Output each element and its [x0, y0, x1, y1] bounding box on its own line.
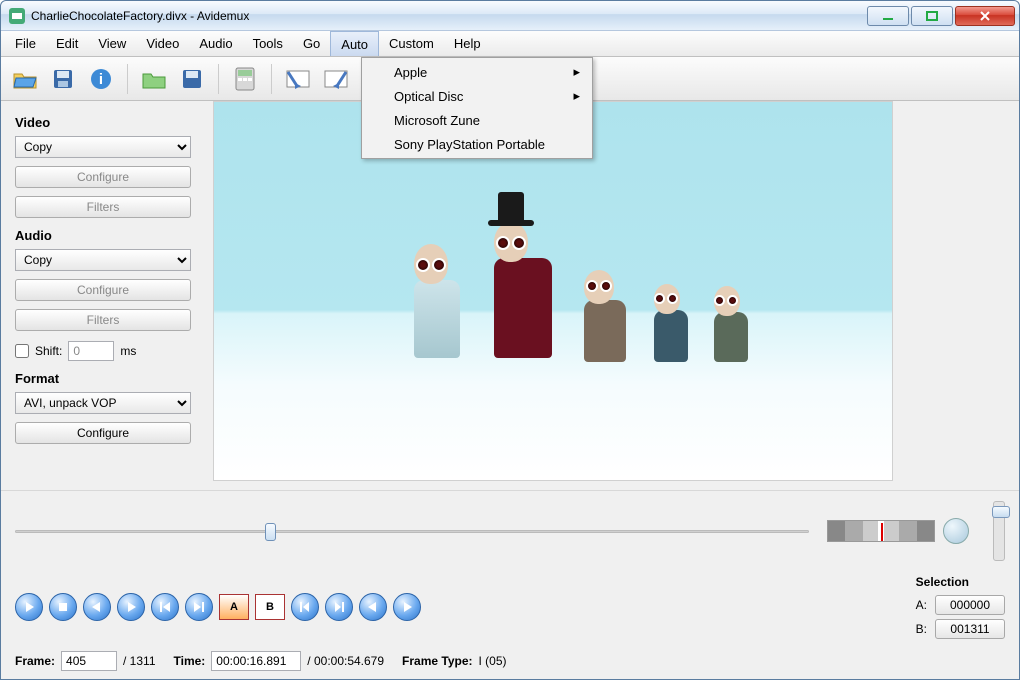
marker-a-toolbar-icon[interactable] — [282, 63, 314, 95]
video-section-label: Video — [15, 115, 201, 130]
time-total: / 00:00:54.679 — [307, 654, 384, 668]
shift-label: Shift: — [35, 344, 62, 358]
auto-psp[interactable]: Sony PlayStation Portable — [364, 132, 590, 156]
format-section-label: Format — [15, 371, 201, 386]
prev-black-button[interactable] — [359, 593, 387, 621]
svg-text:i: i — [99, 71, 103, 88]
timeline-thumb[interactable] — [265, 523, 276, 541]
video-configure-button[interactable]: Configure — [15, 166, 191, 188]
menu-tools[interactable]: Tools — [243, 31, 293, 56]
app-icon — [9, 8, 25, 24]
menu-custom[interactable]: Custom — [379, 31, 444, 56]
prev-frame-button[interactable] — [83, 593, 111, 621]
goto-end-button[interactable] — [325, 593, 353, 621]
prev-keyframe-button[interactable] — [151, 593, 179, 621]
menu-go[interactable]: Go — [293, 31, 330, 56]
menu-video[interactable]: Video — [136, 31, 189, 56]
selection-a-value[interactable]: 000000 — [935, 595, 1005, 615]
maximize-button[interactable] — [911, 6, 953, 26]
auto-optical-disc[interactable]: Optical Disc▸ — [364, 84, 590, 108]
bottom-panel: A B Selection A:000000 B:001311 Frame: / … — [1, 490, 1019, 679]
audio-section-label: Audio — [15, 228, 201, 243]
time-input[interactable]: 00:00:16.891 — [211, 651, 301, 671]
open-icon[interactable] — [9, 63, 41, 95]
frame-total: / 1311 — [123, 654, 155, 668]
frametype-value: I (05) — [479, 654, 507, 668]
frame-input[interactable] — [61, 651, 117, 671]
stop-button[interactable] — [49, 593, 77, 621]
set-marker-a-button[interactable]: A — [219, 594, 249, 620]
audio-configure-button[interactable]: Configure — [15, 279, 191, 301]
minimize-button[interactable] — [867, 6, 909, 26]
window-title: CharlieChocolateFactory.divx - Avidemux — [31, 9, 867, 23]
save-script-icon[interactable] — [176, 63, 208, 95]
marker-b-toolbar-icon[interactable] — [320, 63, 352, 95]
app-window: CharlieChocolateFactory.divx - Avidemux … — [0, 0, 1020, 680]
selection-block: Selection A:000000 B:001311 — [916, 575, 1005, 639]
video-filters-button[interactable]: Filters — [15, 196, 191, 218]
preview-area — [213, 101, 1019, 490]
calculator-icon[interactable] — [229, 63, 261, 95]
scrub-knob[interactable] — [943, 518, 969, 544]
video-codec-select[interactable]: Copy — [15, 136, 191, 158]
next-keyframe-button[interactable] — [185, 593, 213, 621]
chevron-right-icon: ▸ — [573, 88, 580, 104]
menu-file[interactable]: File — [5, 31, 46, 56]
frame-label: Frame: — [15, 654, 55, 668]
menu-audio[interactable]: Audio — [189, 31, 242, 56]
sidebar: Video Copy Configure Filters Audio Copy … — [1, 101, 213, 490]
menu-edit[interactable]: Edit — [46, 31, 88, 56]
jog-wheel[interactable] — [827, 520, 935, 542]
next-black-button[interactable] — [393, 593, 421, 621]
info-icon[interactable]: i — [85, 63, 117, 95]
menu-view[interactable]: View — [88, 31, 136, 56]
play-button[interactable] — [15, 593, 43, 621]
auto-dropdown: Apple▸ Optical Disc▸ Microsoft Zune Sony… — [361, 57, 593, 159]
set-marker-b-button[interactable]: B — [255, 594, 285, 620]
next-frame-button[interactable] — [117, 593, 145, 621]
load-script-icon[interactable] — [138, 63, 170, 95]
shift-unit: ms — [120, 344, 136, 358]
close-button[interactable] — [955, 6, 1015, 26]
menu-help[interactable]: Help — [444, 31, 491, 56]
timeline-slider[interactable] — [15, 521, 809, 541]
audio-codec-select[interactable]: Copy — [15, 249, 191, 271]
format-container-select[interactable]: AVI, unpack VOP — [15, 392, 191, 414]
chevron-right-icon: ▸ — [573, 64, 580, 80]
audio-shift-checkbox[interactable] — [15, 344, 29, 358]
selection-b-value[interactable]: 001311 — [935, 619, 1005, 639]
auto-zune[interactable]: Microsoft Zune — [364, 108, 590, 132]
selection-label: Selection — [916, 575, 1005, 589]
format-configure-button[interactable]: Configure — [15, 422, 191, 444]
goto-start-button[interactable] — [291, 593, 319, 621]
auto-apple[interactable]: Apple▸ — [364, 60, 590, 84]
titlebar: CharlieChocolateFactory.divx - Avidemux — [1, 1, 1019, 31]
save-icon[interactable] — [47, 63, 79, 95]
audio-shift-input[interactable]: 0 — [68, 341, 114, 361]
audio-filters-button[interactable]: Filters — [15, 309, 191, 331]
frametype-label: Frame Type: — [402, 654, 472, 668]
menubar: File Edit View Video Audio Tools Go Auto… — [1, 31, 1019, 57]
status-row: Frame: / 1311 Time: 00:00:16.891 / 00:00:54… — [15, 651, 1005, 671]
time-label: Time: — [174, 654, 206, 668]
menu-auto[interactable]: Auto — [330, 31, 379, 56]
volume-slider[interactable] — [993, 501, 1005, 561]
